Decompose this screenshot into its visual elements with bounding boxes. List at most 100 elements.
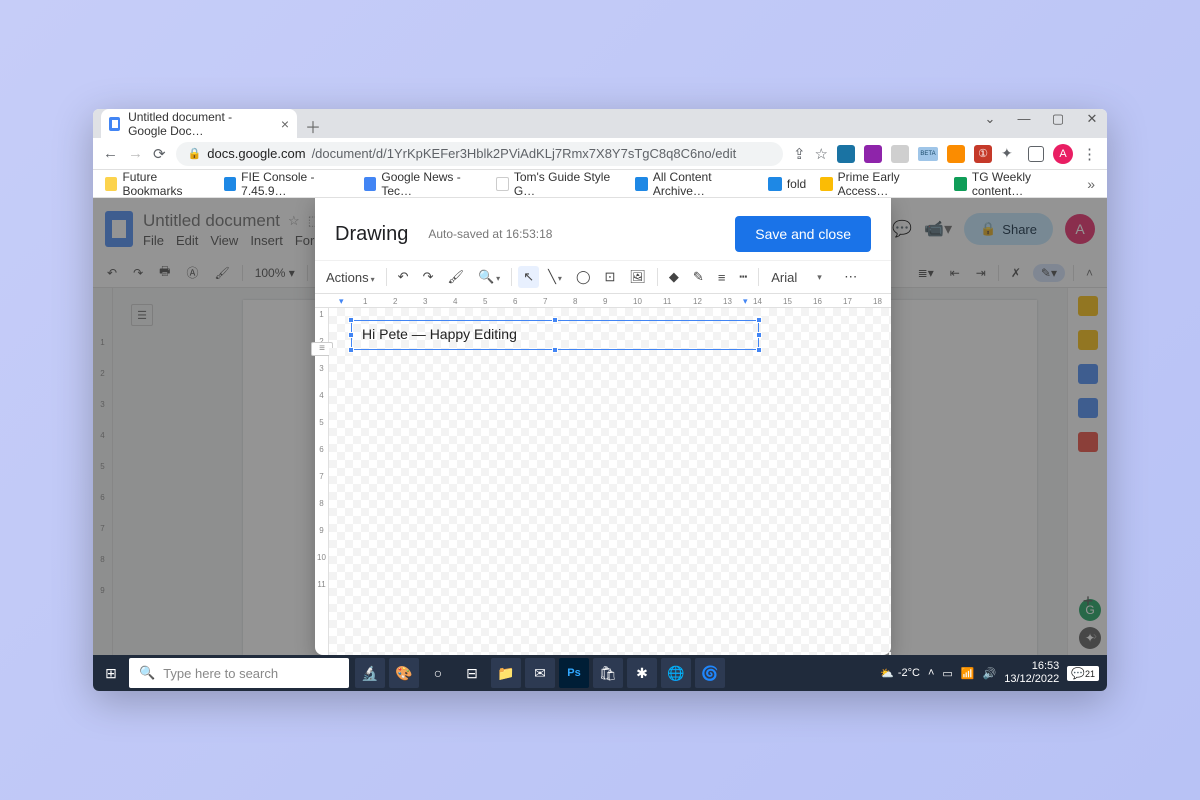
- bookmark-item[interactable]: fold: [768, 177, 806, 191]
- chrome-menu-icon[interactable]: ⋮: [1082, 145, 1097, 163]
- volume-icon[interactable]: 🔊: [983, 667, 997, 680]
- drawing-ruler-horizontal[interactable]: ▾ 1 2 3 4 5 6 7 8 9 10 11 12 13 ▾ 14 15 …: [315, 294, 891, 308]
- google-docs-app: Untitled document ☆ ⬚ File Edit View Ins…: [93, 198, 1107, 655]
- drawing-status: Auto-saved at 16:53:18: [428, 227, 552, 241]
- resize-handle[interactable]: [348, 347, 354, 353]
- actions-menu[interactable]: Actions: [321, 267, 380, 288]
- side-panel-collapse-icon[interactable]: ›: [1093, 629, 1097, 643]
- font-family-select[interactable]: Arial▾: [765, 270, 835, 285]
- weather-widget[interactable]: ⛅ -2°C: [880, 667, 920, 680]
- browser-tab[interactable]: Untitled document - Google Doc… ×: [101, 109, 297, 138]
- extension-icon[interactable]: [864, 145, 882, 163]
- app-icon[interactable]: 🔬: [355, 658, 385, 688]
- bookmark-star-icon[interactable]: ☆: [815, 145, 828, 163]
- paint-format-icon[interactable]: 🖌: [442, 266, 469, 288]
- slack-icon[interactable]: ✱: [627, 658, 657, 688]
- close-window-icon[interactable]: ✕: [1081, 111, 1103, 127]
- more-tools-icon[interactable]: ⋯: [839, 266, 862, 288]
- start-button[interactable]: ⊞: [93, 665, 129, 682]
- profile-avatar[interactable]: A: [1053, 144, 1073, 164]
- bookmark-favicon: [496, 177, 509, 191]
- drawing-header: Drawing Auto-saved at 16:53:18 Save and …: [315, 198, 891, 260]
- redo-icon[interactable]: ↷: [418, 266, 439, 288]
- extension-icon[interactable]: ①: [974, 145, 992, 163]
- resize-handle[interactable]: [348, 332, 354, 338]
- bookmark-item[interactable]: Google News - Tec…: [364, 170, 482, 198]
- url-host: docs.google.com: [207, 146, 305, 161]
- toolbar-actions: ⇪ ☆ BETA ① ✦ A ⋮: [793, 144, 1097, 164]
- bookmark-item[interactable]: TG Weekly content…: [954, 170, 1073, 198]
- textbox-tool-icon[interactable]: ⊡: [600, 266, 621, 288]
- drawing-canvas-area: ≡ 1 2 3 4 5 6 7 8 9 10 11 Hi Pete — Happ…: [315, 308, 891, 655]
- wifi-icon[interactable]: 📶: [961, 667, 975, 680]
- side-panel-icon[interactable]: [1028, 146, 1044, 162]
- bookmark-favicon: [105, 177, 117, 191]
- forward-button[interactable]: →: [128, 145, 143, 162]
- bookmark-item[interactable]: FIE Console - 7.45.9…: [224, 170, 350, 198]
- bookmark-item[interactable]: Future Bookmarks: [105, 170, 210, 198]
- drawing-canvas[interactable]: Hi Pete — Happy Editing: [329, 308, 891, 655]
- app-icon[interactable]: 🎨: [389, 658, 419, 688]
- resize-handle[interactable]: [552, 317, 558, 323]
- drawing-ruler-vertical[interactable]: ≡ 1 2 3 4 5 6 7 8 9 10 11: [315, 308, 329, 655]
- border-dash-icon[interactable]: ┅: [734, 266, 752, 288]
- right-indent-marker[interactable]: ▾: [743, 296, 748, 307]
- undo-icon[interactable]: ↶: [393, 266, 414, 288]
- address-bar[interactable]: 🔒 docs.google.com/document/d/1YrKpKEFer3…: [176, 142, 783, 166]
- resize-handle[interactable]: [348, 317, 354, 323]
- resize-handle[interactable]: [756, 347, 762, 353]
- select-tool-icon[interactable]: ↖: [518, 266, 539, 288]
- taskbar-clock[interactable]: 16:53 13/12/2022: [1004, 660, 1059, 686]
- border-color-icon[interactable]: ✎: [688, 266, 709, 288]
- tab-close-icon[interactable]: ×: [281, 116, 289, 132]
- text-box-content[interactable]: Hi Pete — Happy Editing: [352, 321, 758, 347]
- extension-icon[interactable]: [837, 145, 855, 163]
- fill-color-icon[interactable]: ◆: [664, 266, 684, 288]
- bookmark-favicon: [820, 177, 832, 191]
- line-tool-icon[interactable]: ╲: [543, 266, 567, 288]
- zoom-icon[interactable]: 🔍: [473, 266, 505, 288]
- share-page-icon[interactable]: ⇪: [793, 145, 806, 163]
- new-tab-button[interactable]: ＋: [297, 114, 329, 138]
- minimize-icon[interactable]: —: [1013, 111, 1035, 127]
- border-weight-icon[interactable]: ≡: [713, 267, 731, 288]
- photoshop-icon[interactable]: Ps: [559, 658, 589, 688]
- url-path: /document/d/1YrKpKEFer3Hblk2PViAdKLj7Rmx…: [312, 146, 737, 161]
- resize-handle[interactable]: [756, 332, 762, 338]
- resize-handle[interactable]: [756, 317, 762, 323]
- system-tray: ⛅ -2°C ˄ ▭ 📶 🔊 16:53 13/12/2022 💬21: [880, 660, 1107, 686]
- left-indent-marker[interactable]: ▾: [339, 296, 344, 307]
- text-box-shape[interactable]: Hi Pete — Happy Editing: [351, 320, 759, 350]
- resize-handle[interactable]: [552, 347, 558, 353]
- image-tool-icon[interactable]: 🖼: [624, 266, 651, 288]
- extension-icon[interactable]: [891, 145, 909, 163]
- bookmarks-overflow-icon[interactable]: »: [1087, 176, 1095, 192]
- cortana-icon[interactable]: ○: [423, 658, 453, 688]
- edge-icon[interactable]: 🌀: [695, 658, 725, 688]
- extension-icon[interactable]: [947, 145, 965, 163]
- bookmark-item[interactable]: All Content Archive…: [635, 170, 753, 198]
- tray-overflow-icon[interactable]: ˄: [928, 667, 934, 679]
- chrome-icon[interactable]: 🌐: [661, 658, 691, 688]
- extension-beta-icon[interactable]: BETA: [918, 147, 938, 161]
- extensions-menu-icon[interactable]: ✦: [1001, 145, 1019, 163]
- taskbar-search[interactable]: 🔍 Type here to search: [129, 658, 349, 688]
- save-close-button[interactable]: Save and close: [735, 216, 871, 252]
- side-panel-add-icon[interactable]: +: [1079, 591, 1097, 609]
- mail-icon[interactable]: ✉: [525, 658, 555, 688]
- store-icon[interactable]: 🛍: [593, 658, 623, 688]
- back-button[interactable]: ←: [103, 145, 118, 162]
- task-view-icon[interactable]: ⊟: [457, 658, 487, 688]
- shape-tool-icon[interactable]: ◯: [571, 266, 596, 288]
- window-controls: ⌄ — ▢ ✕: [979, 111, 1103, 127]
- battery-icon[interactable]: ▭: [942, 667, 952, 680]
- drawing-dialog: Drawing Auto-saved at 16:53:18 Save and …: [315, 198, 891, 655]
- tab-dropdown-icon[interactable]: ⌄: [979, 111, 1001, 127]
- drawing-toolbar: Actions ↶ ↷ 🖌 🔍 ↖ ╲ ◯ ⊡ 🖼 ◆ ✎ ≡ ┅ Aria: [315, 260, 891, 294]
- notifications-icon[interactable]: 💬21: [1067, 666, 1099, 681]
- maximize-icon[interactable]: ▢: [1047, 111, 1069, 127]
- bookmark-item[interactable]: Prime Early Access…: [820, 170, 940, 198]
- reload-button[interactable]: ⟳: [153, 145, 166, 163]
- bookmark-item[interactable]: Tom's Guide Style G…: [496, 170, 621, 198]
- file-explorer-icon[interactable]: 📁: [491, 658, 521, 688]
